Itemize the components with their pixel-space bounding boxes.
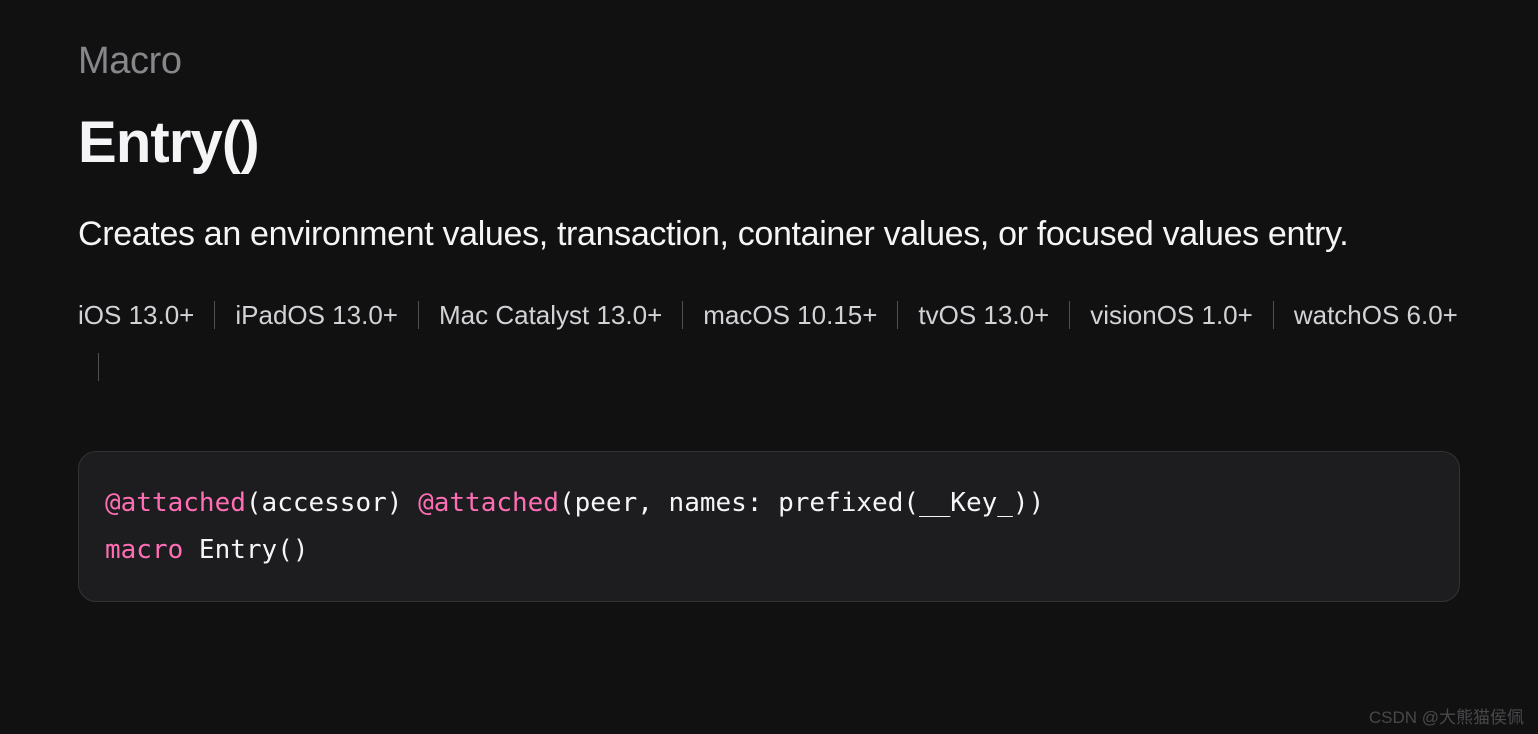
eyebrow-label: Macro: [78, 40, 1460, 83]
platform-separator: [418, 301, 419, 329]
platform-badge: visionOS 1.0+: [1090, 300, 1253, 331]
platform-availability-list: iOS 13.0+ iPadOS 13.0+ Mac Catalyst 13.0+ m…: [78, 300, 1460, 381]
platform-badge: Mac Catalyst 13.0+: [439, 300, 662, 331]
platform-badge: macOS 10.15+: [703, 300, 877, 331]
platform-separator: [1069, 301, 1070, 329]
platform-badge: tvOS 13.0+: [918, 300, 1049, 331]
code-text: (accessor): [246, 488, 418, 518]
page-title: Entry(): [78, 113, 1460, 174]
platform-badge: iPadOS 13.0+: [235, 300, 398, 331]
platform-badge: iOS 13.0+: [78, 300, 194, 331]
platform-separator: [214, 301, 215, 329]
watermark-text: CSDN @大熊猫侯佩: [1369, 703, 1524, 728]
summary-text: Creates an environment values, transacti…: [78, 212, 1378, 258]
platform-separator: [897, 301, 898, 329]
platform-badge: watchOS 6.0+: [1294, 300, 1458, 331]
code-keyword: @attached: [418, 488, 559, 518]
code-text: (peer, names: prefixed(__Key_)): [559, 488, 1044, 518]
declaration-code-block: @attached(accessor) @attached(peer, name…: [78, 451, 1460, 603]
code-keyword: @attached: [105, 488, 246, 518]
platform-separator: [682, 301, 683, 329]
platform-separator: [1273, 301, 1274, 329]
code-keyword: macro: [105, 535, 183, 565]
platform-separator: [98, 353, 99, 381]
code-text: Entry(): [183, 535, 308, 565]
